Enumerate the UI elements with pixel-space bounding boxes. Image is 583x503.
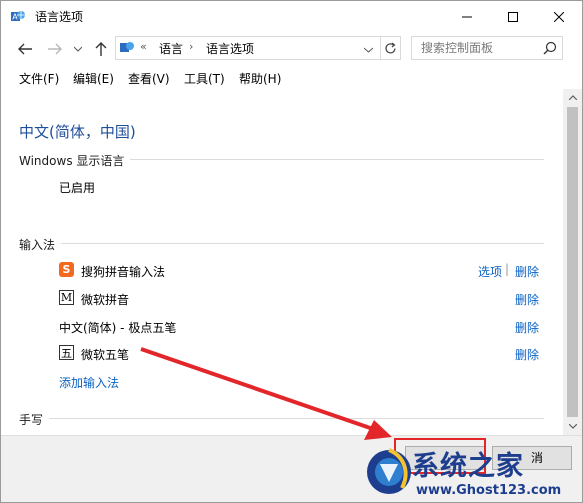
watermark-url: www.Ghost123.com	[416, 483, 562, 498]
annotation-arrow	[140, 347, 392, 440]
watermark-title: 系统之家	[412, 451, 524, 482]
watermark: 系统之家 www.Ghost123.com	[364, 440, 582, 502]
watermark-logo-icon	[367, 448, 411, 494]
